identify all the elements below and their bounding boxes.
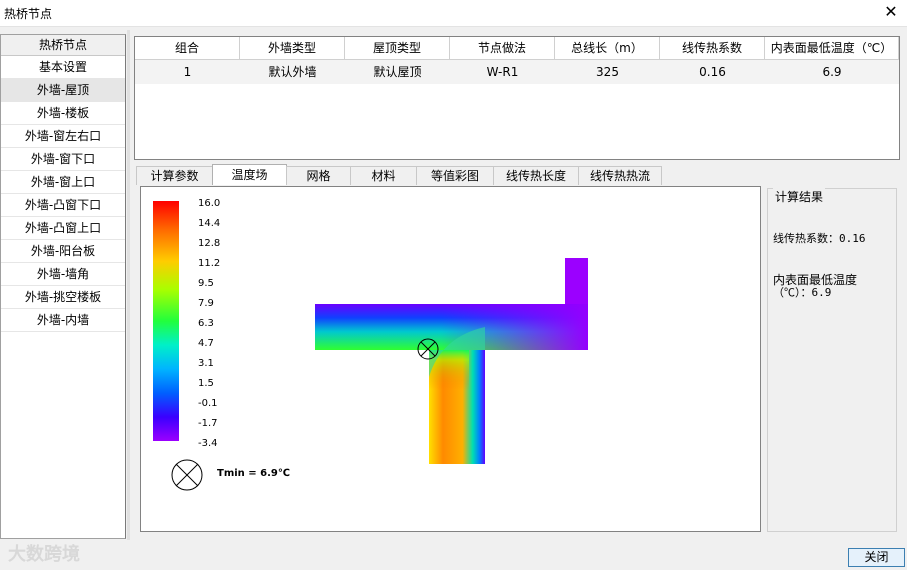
table-row[interactable]: 1 默认外墙 默认屋顶 W-R1 325 0.16 6.9	[135, 60, 899, 84]
tab[interactable]: 网格	[286, 166, 351, 185]
title-bar: 热桥节点 ✕	[0, 0, 907, 27]
tmin-result-value: （℃）：6.9	[773, 286, 832, 299]
table-cell: 1	[183, 65, 192, 79]
sidebar-item[interactable]: 外墙-阳台板	[1, 240, 125, 263]
sidebar-item[interactable]: 外墙-窗左右口	[1, 125, 125, 148]
tab-strip: 计算参数 温度场 网格 材料 等值彩图 线传热长度 线传热热流	[136, 164, 662, 186]
parapet	[565, 258, 588, 304]
table-cell: 0.16	[699, 65, 726, 79]
table-cell: 默认屋顶	[373, 65, 422, 79]
tab[interactable]: 线传热长度	[493, 166, 579, 185]
column-header[interactable]: 线传热系数	[660, 37, 765, 59]
sidebar-item[interactable]: 外墙-凸窗下口	[1, 194, 125, 217]
sidebar-item[interactable]: 外墙-楼板	[1, 102, 125, 125]
legend-marker-icon	[171, 459, 203, 491]
sidebar-item[interactable]: 外墙-内墙	[1, 309, 125, 332]
column-header[interactable]: 节点做法	[450, 37, 555, 59]
window-title: 热桥节点	[4, 7, 53, 21]
column-header[interactable]: 内表面最低温度（℃）	[765, 37, 899, 59]
sidebar: 热桥节点 基本设置 外墙-屋顶 外墙-楼板 外墙-窗左右口 外墙-窗下口 外墙-窗上口 外墙…	[0, 34, 126, 539]
sidebar-item[interactable]: 基本设置	[1, 56, 125, 79]
tab[interactable]: 线传热热流	[578, 166, 662, 185]
temperature-field-plot	[171, 258, 588, 491]
tab[interactable]: 温度场	[212, 164, 287, 185]
column-header[interactable]: 屋顶类型	[345, 37, 450, 59]
column-header[interactable]: 外墙类型	[240, 37, 345, 59]
column-header[interactable]: 总线长（m）	[555, 37, 660, 59]
sidebar-header[interactable]: 热桥节点	[1, 35, 125, 56]
tab[interactable]: 材料	[350, 166, 417, 185]
sidebar-item[interactable]: 外墙-挑空楼板	[1, 286, 125, 309]
sidebar-item[interactable]: 外墙-窗下口	[1, 148, 125, 171]
sidebar-item[interactable]: 外墙-屋顶	[1, 79, 125, 102]
temperature-field-panel: 16.0 14.4 12.8 11.2 9.5 7.9 6.3 4.7 3.1 1.5 -0.1 -1…	[140, 186, 761, 532]
splitter[interactable]	[127, 30, 130, 540]
table-body: 1 默认外墙 默认屋顶 W-R1 325 0.16 6.9	[135, 60, 899, 84]
sidebar-list: 基本设置 外墙-屋顶 外墙-楼板 外墙-窗左右口 外墙-窗下口 外墙-窗上口 外墙-凸窗下口…	[1, 56, 125, 332]
sidebar-item[interactable]: 外墙-凸窗上口	[1, 217, 125, 240]
table-cell: 325	[596, 65, 619, 79]
results-table: 组合 外墙类型 屋顶类型 节点做法 总线长（m） 线传热系数 内表面最低温度（℃） 1 默认外…	[134, 36, 900, 160]
table-cell: W-R1	[486, 65, 519, 79]
watermark-logo: 大数跨境	[8, 544, 80, 565]
tmin-legend-label: Tmin = 6.9℃	[217, 468, 290, 479]
table-header: 组合 外墙类型 屋顶类型 节点做法 总线长（m） 线传热系数 内表面最低温度（℃）	[135, 37, 899, 60]
table-cell: 6.9	[822, 65, 842, 79]
table-cell: 默认外墙	[268, 65, 317, 79]
close-button[interactable]: 关闭	[848, 548, 905, 567]
column-header[interactable]: 组合	[135, 37, 240, 59]
psi-result: 线传热系数：0.16	[773, 232, 866, 245]
tab[interactable]: 计算参数	[136, 166, 213, 185]
sidebar-item[interactable]: 外墙-窗上口	[1, 171, 125, 194]
sidebar-item[interactable]: 外墙-墙角	[1, 263, 125, 286]
close-icon[interactable]: ✕	[881, 2, 901, 22]
tab[interactable]: 等值彩图	[416, 166, 494, 185]
results-group-title: 计算结果	[773, 188, 826, 205]
